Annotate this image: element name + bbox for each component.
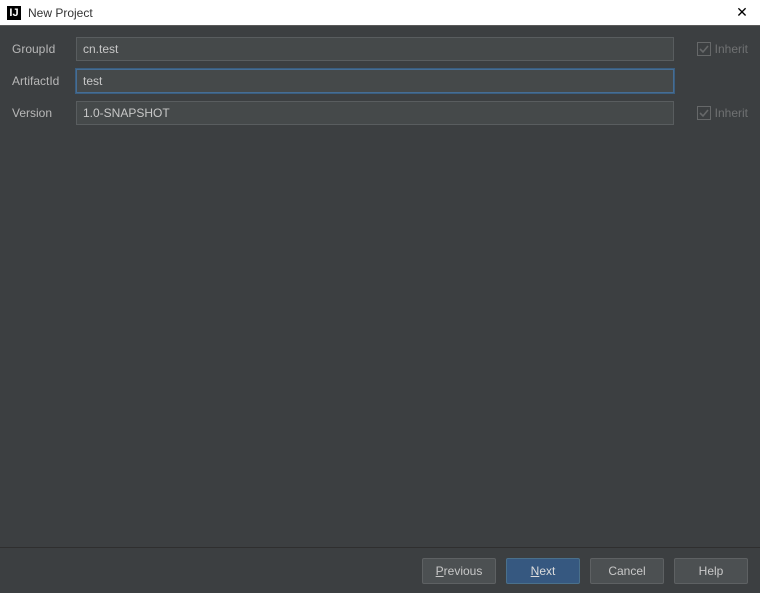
- inherit-group-id[interactable]: Inherit: [674, 42, 748, 56]
- window-title: New Project: [28, 6, 730, 20]
- input-group-id[interactable]: [76, 37, 674, 61]
- close-icon[interactable]: ✕: [730, 4, 754, 21]
- help-button[interactable]: Help: [674, 558, 748, 584]
- btn-rest: ext: [539, 564, 555, 578]
- row-group-id: GroupId Inherit: [12, 36, 748, 62]
- inherit-label: Inherit: [715, 42, 748, 56]
- inherit-label: Inherit: [715, 106, 748, 120]
- next-button[interactable]: Next: [506, 558, 580, 584]
- input-artifact-id[interactable]: [76, 69, 674, 93]
- row-artifact-id: ArtifactId Inherit: [12, 68, 748, 94]
- form-area: GroupId Inherit ArtifactId Inherit Versi…: [0, 26, 760, 547]
- label-version: Version: [12, 106, 76, 120]
- footer: Previous Next Cancel Help: [0, 547, 760, 593]
- btn-rest: revious: [444, 564, 483, 578]
- inherit-version[interactable]: Inherit: [674, 106, 748, 120]
- checkbox-icon: [697, 106, 711, 120]
- label-group-id: GroupId: [12, 42, 76, 56]
- app-icon: IJ: [6, 5, 22, 21]
- label-artifact-id: ArtifactId: [12, 74, 76, 88]
- previous-button[interactable]: Previous: [422, 558, 496, 584]
- row-version: Version Inherit: [12, 100, 748, 126]
- input-version[interactable]: [76, 101, 674, 125]
- checkbox-icon: [697, 42, 711, 56]
- cancel-button[interactable]: Cancel: [590, 558, 664, 584]
- titlebar: IJ New Project ✕: [0, 0, 760, 26]
